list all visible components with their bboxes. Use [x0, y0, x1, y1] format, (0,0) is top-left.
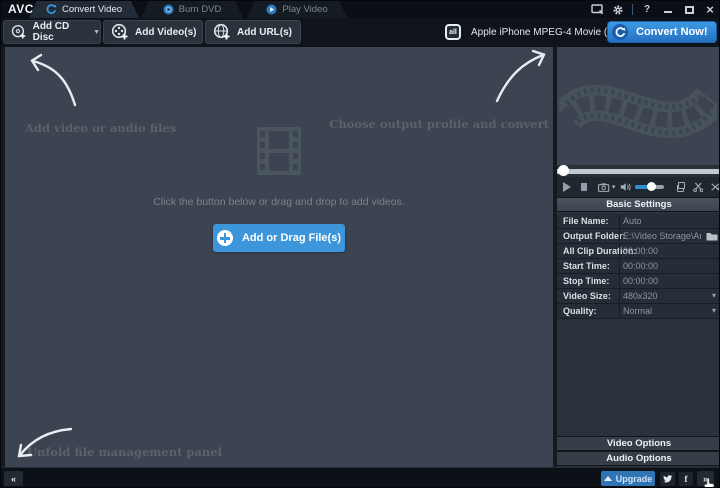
arrow-to-profile: [489, 49, 551, 107]
filmstrip-graphic: [559, 65, 717, 153]
snapshot-button[interactable]: [598, 182, 609, 193]
upgrade-button[interactable]: Upgrade: [601, 471, 655, 486]
setting-row-file-name: File Name: Auto: [557, 214, 720, 229]
statusbar: « Upgrade f »: [1, 467, 720, 488]
disc-icon: [163, 4, 174, 15]
start-time-value[interactable]: 00:00:00: [623, 261, 658, 271]
play-icon: [266, 4, 277, 15]
toolbar: Add CD Disc ▼ Add Video(s) Add URL(s) al…: [1, 18, 720, 47]
app-window: AVC Convert Video Burn DVD Play Video: [0, 0, 720, 488]
facebook-icon: f: [685, 474, 688, 484]
arrow-to-unfold-button: [13, 423, 77, 465]
setting-row-quality: Quality: Normal ▾: [557, 304, 720, 319]
cd-plus-icon: [11, 23, 27, 41]
hint-add-files: Add video or audio files: [25, 121, 176, 135]
titlebar: AVC Convert Video Burn DVD Play Video: [1, 1, 720, 18]
avc-logo: AVC: [8, 2, 34, 16]
add-or-drag-files-button[interactable]: Add or Drag File(s): [213, 224, 345, 252]
up-arrow-icon: [604, 476, 612, 481]
plus-icon: [217, 230, 233, 246]
globe-plus-icon: [213, 23, 231, 41]
stop-button[interactable]: [581, 183, 587, 191]
settings-panel: ▾ Basic Settings: [557, 47, 720, 467]
setting-row-all-clip-duration: All Clip Duration: 00:00:00: [557, 244, 720, 259]
output-folder-value[interactable]: E:\Video Storage\Any V...: [623, 231, 701, 241]
setting-row-output-folder: Output Folder: E:\Video Storage\Any V...: [557, 229, 720, 244]
collapse-panel-button[interactable]: «: [4, 471, 23, 486]
trim-scissors-icon[interactable]: [693, 181, 704, 193]
volume-icon[interactable]: [620, 181, 631, 193]
seek-bar-row: [557, 165, 720, 177]
help-icon[interactable]: ?: [640, 3, 654, 16]
add-cd-disc-label: Add CD Disc: [33, 21, 85, 43]
seek-slider[interactable]: [557, 169, 720, 174]
facebook-button[interactable]: f: [679, 472, 693, 486]
filmstrip-icon: [257, 127, 301, 175]
chevron-down-icon[interactable]: ▾: [712, 306, 716, 315]
drop-instruction: Click the button below or drag and drop …: [5, 196, 553, 208]
basic-settings-header: Basic Settings: [557, 197, 720, 212]
audio-options-header[interactable]: Audio Options: [557, 451, 720, 466]
maximize-icon[interactable]: [682, 3, 696, 16]
profile-all-icon: all: [445, 24, 461, 40]
add-urls-button[interactable]: Add URL(s): [205, 20, 301, 44]
add-files-label: Add or Drag File(s): [242, 232, 341, 244]
twitter-button[interactable]: [660, 472, 675, 486]
twitter-bird-icon: [662, 474, 673, 484]
add-cd-disc-button[interactable]: Add CD Disc ▼: [3, 20, 101, 44]
seek-thumb[interactable]: [558, 165, 569, 176]
feedback-icon[interactable]: [590, 3, 604, 16]
snapshot-dropdown-icon[interactable]: ▾: [612, 183, 616, 191]
tab-label: Convert Video: [62, 4, 122, 15]
tab-label: Play Video: [282, 4, 327, 15]
setting-row-video-size: Video Size: 480x320 ▾: [557, 289, 720, 304]
chevron-down-icon[interactable]: ▼: [93, 29, 100, 36]
setting-row-stop-time: Stop Time: 00:00:00: [557, 274, 720, 289]
hint-choose-profile: Choose output profile and convert: [329, 117, 549, 131]
video-size-value[interactable]: 480x320: [623, 291, 658, 301]
refresh-icon: [46, 4, 57, 15]
setting-label: File Name:: [563, 216, 609, 226]
convert-now-label: Convert Now!: [636, 26, 708, 38]
tab-convert-video[interactable]: Convert Video: [29, 1, 139, 18]
convert-refresh-icon: [612, 24, 628, 40]
drop-zone[interactable]: Add video or audio files Choose output p…: [5, 47, 553, 467]
add-videos-label: Add Video(s): [135, 27, 196, 38]
stop-time-value[interactable]: 00:00:00: [623, 276, 658, 286]
gear-icon[interactable]: [611, 3, 625, 16]
setting-label: Output Folder:: [563, 231, 626, 241]
tab-burn-dvd[interactable]: Burn DVD: [141, 1, 243, 18]
tab-play-video[interactable]: Play Video: [247, 1, 347, 18]
titlebar-separator: [632, 4, 633, 15]
setting-label: Stop Time:: [563, 276, 609, 286]
add-videos-button[interactable]: Add Video(s): [103, 20, 203, 44]
duplicate-icon[interactable]: [677, 182, 685, 192]
folder-browse-icon[interactable]: [706, 232, 718, 241]
setting-label: Video Size:: [563, 291, 611, 301]
volume-slider[interactable]: [635, 185, 664, 189]
all-clip-duration-value: 00:00:00: [623, 246, 658, 256]
setting-label: Start Time:: [563, 261, 610, 271]
close-icon[interactable]: ×: [703, 3, 717, 16]
quality-value[interactable]: Normal: [623, 306, 652, 316]
effects-icon[interactable]: [710, 181, 720, 193]
chevron-down-icon[interactable]: ▾: [712, 291, 716, 300]
tab-label: Burn DVD: [179, 4, 222, 15]
minimize-icon[interactable]: [661, 3, 675, 16]
video-options-header[interactable]: Video Options: [557, 436, 720, 451]
cursor-hand: [703, 478, 715, 488]
play-button[interactable]: [563, 182, 571, 192]
volume-thumb[interactable]: [647, 182, 656, 191]
video-preview: [557, 47, 720, 165]
upgrade-label: Upgrade: [616, 474, 653, 484]
setting-row-start-time: Start Time: 00:00:00: [557, 259, 720, 274]
film-plus-icon: [111, 23, 129, 41]
convert-now-button[interactable]: Convert Now!: [607, 21, 717, 43]
add-urls-label: Add URL(s): [237, 27, 292, 38]
setting-label: Quality:: [563, 306, 597, 316]
file-name-value[interactable]: Auto: [623, 216, 642, 226]
content-area: Add video or audio files Choose output p…: [1, 47, 720, 467]
arrow-to-add-buttons: [23, 53, 85, 111]
playback-controls: ▾: [557, 177, 720, 197]
